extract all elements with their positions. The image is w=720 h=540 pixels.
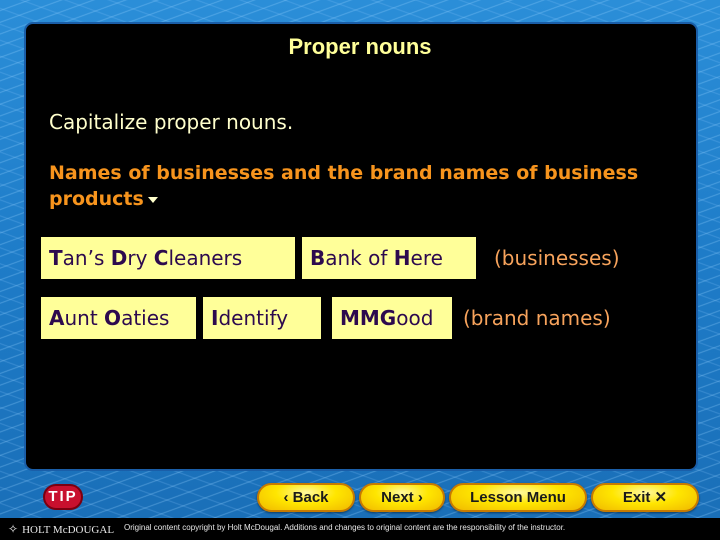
logo-text: HOLT McDOUGAL [22, 524, 115, 536]
capital-letter: MMG [340, 306, 397, 330]
capital-letter: H [393, 246, 411, 270]
example-box: Aunt Oaties [41, 297, 196, 339]
capital-letter: T [49, 246, 63, 270]
word-fragment: aties [121, 306, 170, 330]
slide-title: Proper nouns [288, 34, 432, 59]
capital-letter: A [49, 306, 65, 330]
next-button[interactable]: Next › [359, 483, 445, 512]
example-box: Bank of Here [302, 237, 476, 279]
word-fragment: ank of [325, 246, 394, 270]
capital-letter: B [310, 246, 326, 270]
word-fragment: ry [127, 246, 154, 270]
back-button[interactable]: ‹ Back [257, 483, 355, 512]
word-fragment: ood [396, 306, 434, 330]
lesson-menu-button[interactable]: Lesson Menu [449, 483, 587, 512]
subheading-text: Names of businesses and the brand names … [49, 162, 639, 210]
rule-text: Capitalize proper nouns. [49, 110, 294, 134]
word-fragment: unt [64, 306, 105, 330]
publisher-logo: ✧ HOLT McDOUGAL [8, 522, 114, 537]
subheading: Names of businesses and the brand names … [49, 160, 649, 212]
copyright-text: Original content copyright by Holt McDou… [124, 523, 566, 532]
example-box: MMGood [332, 297, 452, 339]
category-note: (brand names) [463, 306, 611, 330]
tip-button[interactable]: TIP [43, 484, 83, 510]
capital-letter: O [104, 306, 122, 330]
capital-letter: C [153, 246, 169, 270]
example-box: Tan’s Dry Cleaners [41, 237, 295, 279]
footer-bar: ✧ HOLT McDOUGAL Original content copyrigh… [0, 518, 720, 540]
word-fragment: dentify [218, 306, 289, 330]
category-note: (businesses) [494, 246, 620, 270]
word-fragment: an’s [62, 246, 111, 270]
exit-button[interactable]: Exit ✕ [591, 483, 699, 512]
example-box: Identify [203, 297, 321, 339]
word-fragment: leaners [168, 246, 243, 270]
down-arrow-icon[interactable] [147, 196, 158, 203]
capital-letter: D [110, 246, 128, 270]
dolphin-icon: ✧ [8, 522, 19, 536]
word-fragment: ere [410, 246, 443, 270]
